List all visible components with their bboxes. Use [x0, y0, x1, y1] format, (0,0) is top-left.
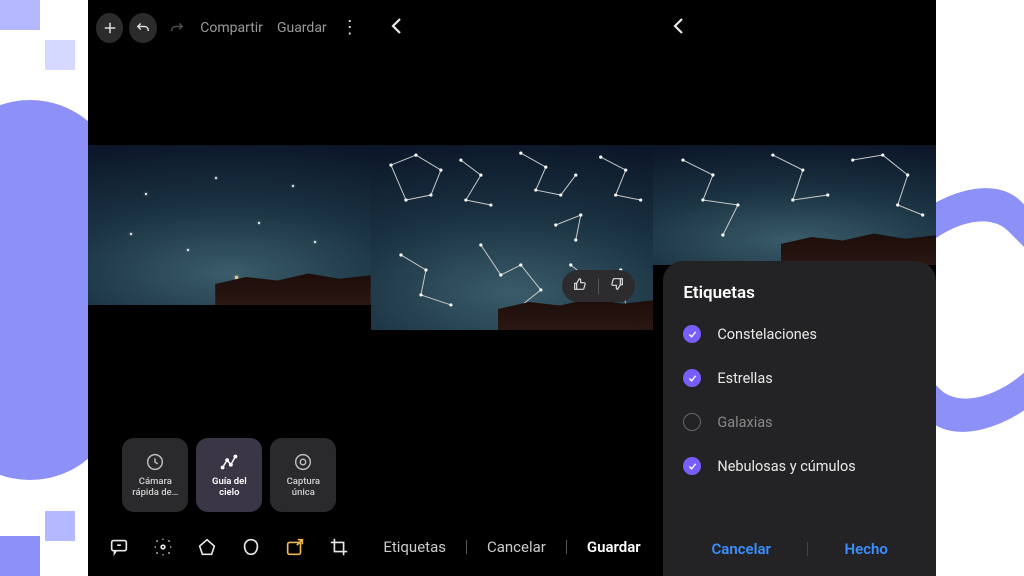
- mode-timelapse[interactable]: Cámararápida de…: [122, 438, 188, 512]
- plus-icon: [101, 19, 119, 37]
- kebab-icon: ⋮: [341, 17, 359, 38]
- thumbs-down-icon: [609, 276, 625, 292]
- redo-button[interactable]: [163, 13, 190, 43]
- undo-icon: [134, 19, 152, 37]
- sheet-done-button[interactable]: Hecho: [825, 534, 908, 564]
- sheet-title: Etiquetas: [683, 283, 916, 303]
- screenshot-triptych: Compartir Guardar ⋮: [88, 0, 936, 576]
- mode-skyguide[interactable]: Guía delcielo: [196, 438, 262, 512]
- panel-tags-sheet: Etiquetas Constelaciones Estrellas: [653, 0, 936, 576]
- tool-crop[interactable]: [328, 536, 350, 558]
- blob-icon: [240, 536, 262, 558]
- timelapse-icon: [144, 451, 166, 473]
- separator: [466, 540, 467, 554]
- thumbs-up-button[interactable]: [572, 276, 588, 296]
- bottom-tool-row: [108, 536, 350, 558]
- capture-modes: Cámararápida de… Guía delcielo Capturaún…: [122, 438, 336, 512]
- checkbox-checked-icon: [683, 369, 701, 387]
- tag-item-galaxias[interactable]: Galaxias: [683, 407, 916, 437]
- tool-export[interactable]: [284, 536, 306, 558]
- cancel-button[interactable]: Cancelar: [483, 538, 550, 556]
- tool-enhance[interactable]: [152, 536, 174, 558]
- redo-icon: [168, 19, 186, 37]
- checkbox-unchecked-icon: [683, 413, 701, 431]
- tag-item-constelaciones[interactable]: Constelaciones: [683, 319, 916, 349]
- crop-icon: [328, 536, 350, 558]
- panel-capture: Compartir Guardar ⋮: [88, 0, 371, 576]
- thumbs-up-icon: [572, 276, 588, 292]
- back-button[interactable]: [385, 14, 409, 38]
- watermark-shape: [0, 0, 80, 80]
- mode-label: Cámararápida de…: [132, 477, 178, 499]
- tag-list: Constelaciones Estrellas Galaxias: [683, 319, 916, 526]
- checkbox-checked-icon: [683, 457, 701, 475]
- mode-single[interactable]: Capturaúnica: [270, 438, 336, 512]
- skyguide-icon: [218, 451, 240, 473]
- back-button[interactable]: [667, 14, 691, 38]
- add-button[interactable]: [96, 13, 123, 43]
- tag-label: Constelaciones: [717, 326, 817, 343]
- sparkle-icon: [152, 536, 174, 558]
- export-icon: [284, 536, 306, 558]
- save-button[interactable]: Guardar: [277, 20, 327, 36]
- chevron-left-icon: [385, 14, 409, 38]
- share-button[interactable]: Compartir: [200, 20, 263, 36]
- sky-preview-annotated: [371, 145, 654, 330]
- tags-button[interactable]: Etiquetas: [379, 538, 450, 556]
- watermark-shape: [0, 496, 80, 576]
- tag-item-estrellas[interactable]: Estrellas: [683, 363, 916, 393]
- checkbox-checked-icon: [683, 325, 701, 343]
- tool-comment[interactable]: [108, 536, 130, 558]
- tag-label: Nebulosas y cúmulos: [717, 458, 855, 475]
- panel-tags-edit: Etiquetas Cancelar Guardar: [371, 0, 654, 576]
- mode-label: Guía delcielo: [212, 477, 247, 499]
- tag-label: Estrellas: [717, 370, 772, 387]
- feedback-pill: [562, 270, 635, 302]
- separator: [807, 542, 808, 556]
- more-options-button[interactable]: ⋮: [337, 25, 363, 31]
- sheet-actions: Cancelar Hecho: [683, 526, 916, 564]
- save-button[interactable]: Guardar: [583, 538, 645, 556]
- stars-overlay: [88, 145, 371, 305]
- tag-item-nebulosas[interactable]: Nebulosas y cúmulos: [683, 451, 916, 481]
- tag-icon: [196, 536, 218, 558]
- tool-tags[interactable]: [196, 536, 218, 558]
- tool-object[interactable]: [240, 536, 262, 558]
- separator: [598, 278, 599, 294]
- thumbs-down-button[interactable]: [609, 276, 625, 296]
- singlecapture-icon: [292, 451, 314, 473]
- top-toolbar: Compartir Guardar ⋮: [96, 12, 363, 44]
- chevron-left-icon: [667, 14, 691, 38]
- sheet-cancel-button[interactable]: Cancelar: [691, 534, 791, 564]
- chat-icon: [108, 536, 130, 558]
- separator: [566, 540, 567, 554]
- undo-button[interactable]: [129, 13, 156, 43]
- sky-preview-annotated-dimmed: [653, 145, 936, 265]
- bottom-actions: Etiquetas Cancelar Guardar: [371, 538, 654, 556]
- tag-label: Galaxias: [717, 414, 772, 431]
- tags-bottom-sheet: Etiquetas Constelaciones Estrellas: [663, 261, 936, 576]
- constellations-overlay: [653, 145, 936, 265]
- mode-label: Capturaúnica: [287, 477, 320, 499]
- constellations-overlay: [371, 145, 654, 330]
- sky-preview: [88, 145, 371, 305]
